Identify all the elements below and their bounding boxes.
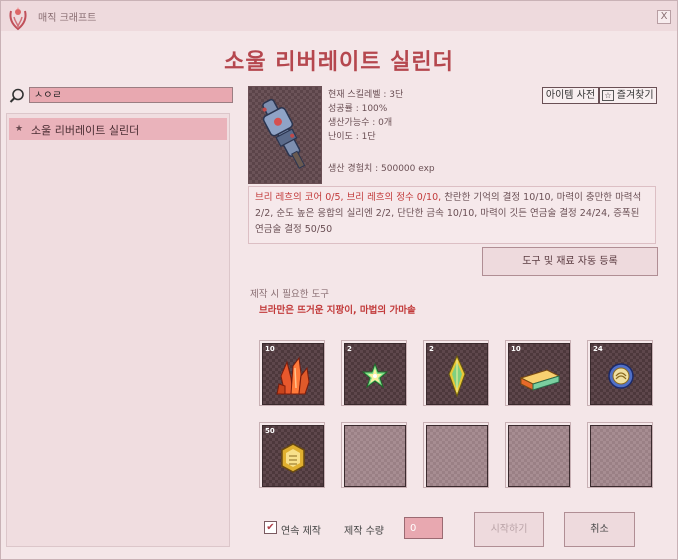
close-button[interactable]: X	[657, 10, 671, 24]
empty-material-slot[interactable]	[423, 422, 489, 488]
item-thumbnail	[248, 86, 322, 184]
blue-crystal-orb-icon	[608, 363, 634, 389]
slot-frame	[590, 425, 652, 487]
search-icon	[9, 88, 24, 103]
yellow-gem-icon	[448, 354, 466, 398]
required-tools-list: 브라만은 뜨거운 지팡이, 마법의 가마솥	[259, 305, 416, 316]
material-slot[interactable]: 2	[341, 340, 407, 406]
start-button[interactable]: 시작하기	[474, 512, 544, 547]
material-slot[interactable]: 24	[587, 340, 653, 406]
list-item-soul-liberate-cylinder[interactable]: ★ 소울 리버레이트 실린더	[9, 118, 227, 140]
slot-count: 2	[429, 345, 434, 353]
amplified-crystal-icon	[281, 443, 305, 473]
exp-text: 생산 경험치 : 500000 exp	[328, 164, 435, 174]
success-rate-text: 성공률 : 100%	[328, 104, 388, 114]
cancel-button[interactable]: 취소	[564, 512, 635, 547]
material-slot[interactable]: 2	[423, 340, 489, 406]
empty-material-slot[interactable]	[587, 422, 653, 488]
quantity-input[interactable]: 0	[404, 517, 443, 539]
orange-crystal-icon	[276, 356, 310, 395]
slot-frame: 24	[590, 343, 652, 405]
slot-frame: 10	[262, 343, 324, 405]
recipe-title: 소울 리버레이트 실린더	[224, 50, 454, 75]
slot-count: 50	[265, 427, 275, 435]
slot-frame: 2	[426, 343, 488, 405]
title-bar[interactable]: 매직 크래프트 X	[1, 1, 677, 31]
slot-count: 24	[593, 345, 603, 353]
material-slot[interactable]: 10	[505, 340, 571, 406]
cylinder-weapon-icon	[262, 98, 306, 169]
slot-frame: 10	[508, 343, 570, 405]
slot-count: 10	[265, 345, 275, 353]
slot-frame: 2	[344, 343, 406, 405]
empty-material-slot[interactable]	[505, 422, 571, 488]
recipe-list: ★ 소울 리버레이트 실린더	[6, 113, 230, 547]
favorite-button[interactable]: ☆ 즐겨찾기	[599, 87, 657, 104]
metal-ingot-icon	[519, 369, 561, 391]
required-tools-label: 제작 시 필요한 도구	[250, 289, 329, 300]
list-item-label: 소울 리버레이트 실린더	[31, 124, 140, 137]
window-title: 매직 크래프트	[38, 13, 97, 24]
slot-count: 2	[347, 345, 352, 353]
item-dictionary-button[interactable]: 아이템 사전	[542, 87, 599, 104]
difficulty-text: 난이도 : 1단	[328, 132, 376, 142]
auto-register-button[interactable]: 도구 및 재료 자동 등록	[482, 247, 658, 276]
ingredients-box: 브리 레흐의 코어 0/5, 브리 레흐의 정수 0/10, 찬란한 기억의 결…	[248, 186, 656, 244]
slot-frame	[508, 425, 570, 487]
slot-frame	[426, 425, 488, 487]
star-icon: ☆	[602, 90, 614, 101]
slot-count: 10	[511, 345, 521, 353]
continuous-craft-label: 연속 제작	[281, 526, 321, 537]
craftable-count-text: 생산가능수 : 0개	[328, 118, 393, 128]
missing-ingredients-text: 브리 레흐의 코어 0/5, 브리 레흐의 정수 0/10,	[255, 192, 442, 203]
slot-frame: 50	[262, 425, 324, 487]
favorite-label: 즐겨찾기	[616, 90, 654, 101]
slot-frame	[344, 425, 406, 487]
magic-craft-window: 매직 크래프트 X 소울 리버레이트 실린더 ㅅㅇㄹ ★ 소울 리버레이트 실린…	[0, 0, 678, 560]
green-star-shard-icon	[361, 362, 389, 389]
continuous-craft-checkbox[interactable]: ✔	[264, 521, 277, 534]
quantity-label: 제작 수량	[344, 526, 384, 537]
magic-craft-app-icon	[9, 7, 27, 31]
material-slot[interactable]: 50	[259, 422, 325, 488]
skill-level-text: 현재 스킬레벨 : 3단	[328, 90, 404, 100]
list-bullet: ★	[15, 124, 24, 134]
empty-material-slot[interactable]	[341, 422, 407, 488]
material-slot[interactable]: 10	[259, 340, 325, 406]
search-input[interactable]: ㅅㅇㄹ	[29, 87, 233, 103]
